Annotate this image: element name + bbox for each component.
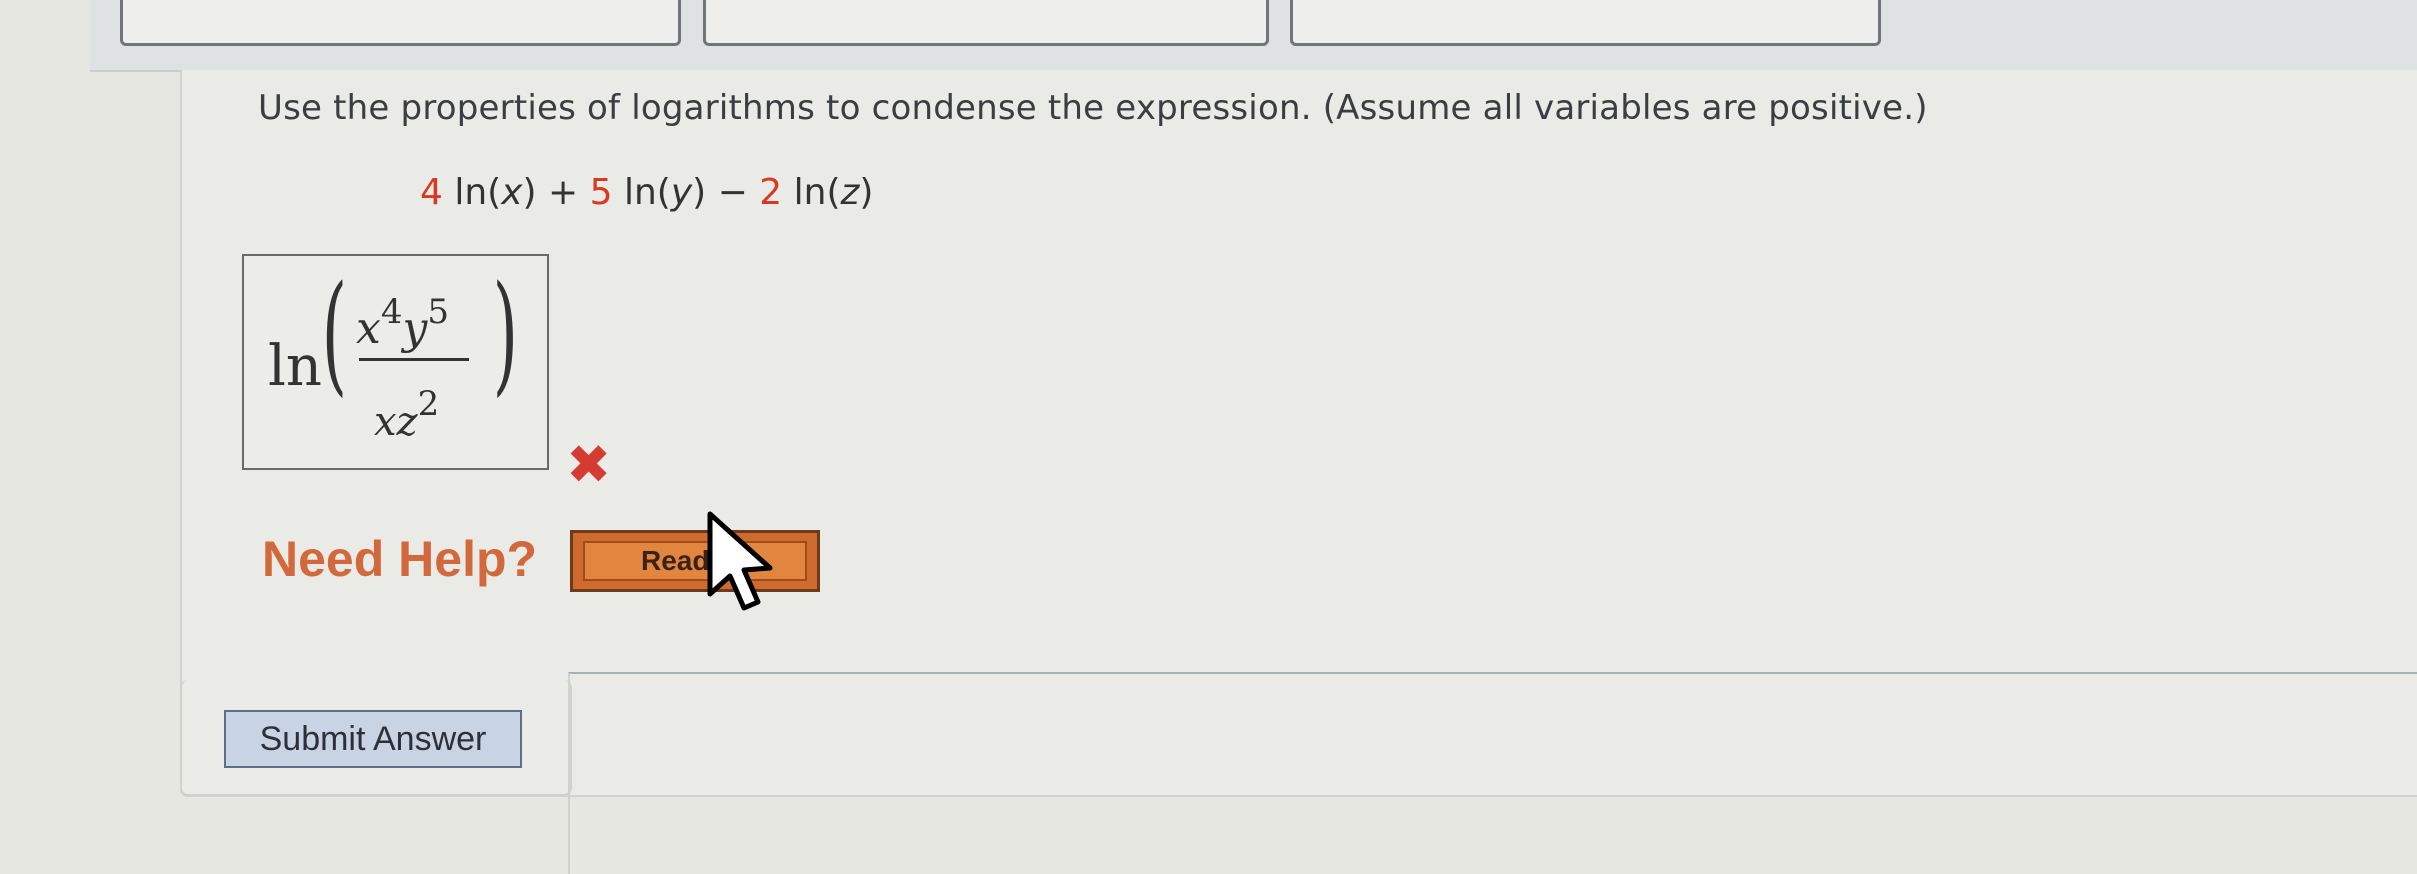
ln-label: ln	[268, 334, 322, 399]
top-toolbar	[90, 0, 2417, 72]
need-help-label: Need Help?	[262, 531, 538, 587]
incorrect-x-icon: ✖	[566, 433, 612, 496]
content-divider	[568, 672, 2417, 874]
previous-answers-button[interactable]	[120, 0, 681, 46]
read-button[interactable]: Read	[570, 530, 820, 592]
submit-answer-button[interactable]: Submit Answer	[224, 710, 522, 768]
coefficient: 4	[420, 172, 443, 213]
fraction-denominator: xz2	[374, 384, 440, 445]
question-prompt: Use the properties of logarithms to cond…	[258, 88, 1928, 128]
read-button-label: Read	[641, 545, 710, 576]
toolbar-button-3[interactable]	[1290, 0, 1881, 46]
toolbar-button-2[interactable]	[703, 0, 1269, 46]
fraction-numerator: x4y5	[356, 292, 449, 354]
coefficient: 2	[759, 172, 783, 213]
mouse-pointer-icon	[707, 511, 773, 611]
given-expression: 4 ln(x) + 5 ln(y) − 2 ln(z)	[420, 172, 874, 213]
right-paren: )	[492, 257, 519, 409]
coefficient: 5	[589, 172, 613, 213]
left-paren: (	[321, 257, 348, 409]
answer-input-box[interactable]: ln ( x4y5 xz2 )	[242, 254, 549, 470]
fraction-bar	[359, 358, 469, 361]
